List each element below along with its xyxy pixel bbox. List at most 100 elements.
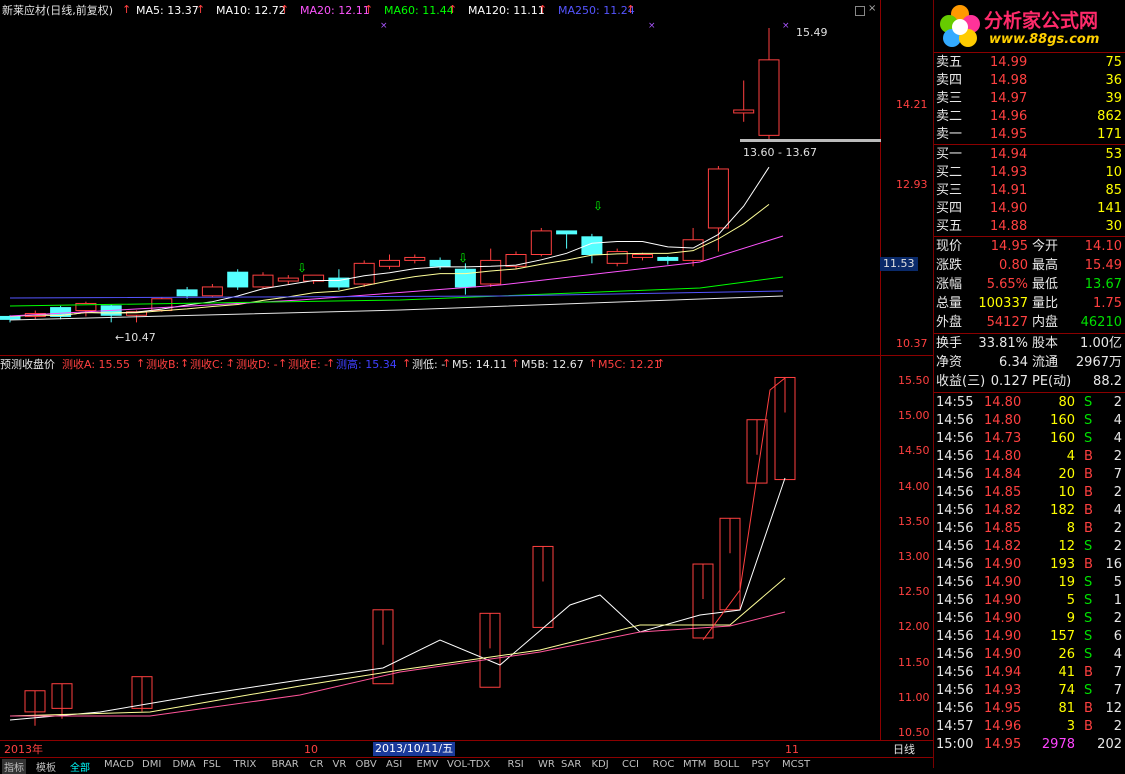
cell: 160 [1050,413,1075,428]
tab-brar[interactable]: BRAR [272,759,299,770]
cell: 14:56 [936,449,974,464]
cell: 182 [1050,503,1075,518]
tab-psy[interactable]: PSY [752,759,771,770]
tab-macd[interactable]: MACD [104,759,134,770]
restore-icon[interactable] [855,6,865,16]
tab-cr[interactable]: CR [310,759,324,770]
separator [934,333,1125,334]
ask-row: 卖三 14.97 39 [934,90,1125,108]
cell: 10 [1058,485,1075,500]
cell: 14:56 [936,539,974,554]
indicator-legend-item: 测收E: - [288,358,329,371]
cell: 14.91 [990,183,1028,198]
signal-arrow-icon: ⇩ [593,199,603,213]
forecast-candle [719,517,741,611]
cell: 买二 [936,165,963,180]
cell: B [1084,485,1093,500]
tab-vr[interactable]: VR [333,759,347,770]
tab-mcst[interactable]: MCST [782,759,810,770]
tab-boll[interactable]: BOLL [714,759,740,770]
cell: 14.95 [990,239,1028,254]
date-label-right: 11 [785,743,799,756]
cell: 14.95 [990,127,1028,142]
cell: 5 [1066,593,1075,608]
arrow-up-icon: ↑ [442,357,452,370]
flower-logo-icon [940,5,980,47]
tab-cci[interactable]: CCI [622,759,639,770]
cell: 14.88 [990,219,1028,234]
tab-emv[interactable]: EMV [417,759,439,770]
m5b-line [9,577,786,717]
tab-全部[interactable]: 全部 [70,759,90,774]
tab-asi[interactable]: ASI [386,759,402,770]
tab-kdj[interactable]: KDJ [592,759,609,770]
cell: 14:56 [936,485,974,500]
cell: 14:56 [936,413,974,428]
cell: 14.97 [990,91,1028,106]
separator [934,52,1125,53]
cell: 16 [1105,557,1122,572]
fundamental-row: 净资 6.34 流通 2967万 [934,354,1125,372]
ma-legend-item: MA20: 12.11 [300,4,370,17]
cell: 0.80 [999,258,1028,273]
indicator-legend-item: 预测收盘价 [0,358,55,371]
tab-指标[interactable]: 指标 [2,759,26,774]
cell: 14.98 [990,73,1028,88]
cell: 2978 [1041,737,1075,752]
cell: S [1084,611,1093,626]
cell: 81 [1058,701,1075,716]
tab-vol-tdx[interactable]: VOL-TDX [447,759,490,770]
tab-模板[interactable]: 模板 [36,759,56,774]
tab-fsl[interactable]: FSL [203,759,221,770]
cell: 9 [1066,611,1075,626]
ma60-line [9,276,784,307]
cell: 3 [1066,719,1075,734]
cell: 2967万 [1075,355,1122,370]
arrow-up-icon: ↑ [511,357,521,370]
cell: 14:57 [936,719,974,734]
cell: 14:56 [936,503,974,518]
cell: 14:56 [936,557,974,572]
tab-mtm[interactable]: MTM [683,759,706,770]
close-icon[interactable]: × [868,3,876,14]
forecast-candle [479,612,501,688]
tab-rsi[interactable]: RSI [508,759,524,770]
indicator-axis-tick: 13.50 [898,514,930,528]
tab-sar[interactable]: SAR [561,759,581,770]
tab-wr[interactable]: WR [538,759,555,770]
chart-area[interactable]: ⇩ ⇩ ⇩ × × × 新莱应材(日线,前复权) ↑ MA5: 13.37 ↑ MA10: 1… [0,0,933,774]
cell: 14:56 [936,431,974,446]
cell: 12 [1105,701,1122,716]
tab-roc[interactable]: ROC [653,759,675,770]
cell: B [1084,665,1093,680]
indicator-axis-tick: 13.00 [898,550,930,563]
cell: 157 [1050,629,1075,644]
fundamental-row: 收益(三) 0.127 PE(动) 88.2 [934,373,1125,391]
cell: 36 [1105,73,1122,88]
indicator-axis-tick: 10.50 [898,726,930,739]
cell: 卖一 [936,127,963,142]
arrow-up-icon: ↑ [122,3,132,16]
candle [277,275,299,284]
kline-chart[interactable]: ⇩ ⇩ ⇩ × × × [0,0,933,768]
marker-icon: × [648,21,656,31]
cell: 7 [1113,683,1122,698]
tab-obv[interactable]: OBV [356,759,377,770]
cell: 4 [1113,431,1122,446]
tab-dma[interactable]: DMA [173,759,196,770]
price-tick: 14.21 [896,98,928,111]
m5c-line [10,611,786,717]
period-label[interactable]: 日线 [893,743,915,757]
indicator-axis-tick: 11.50 [898,655,930,669]
candle [505,251,527,270]
cell: 75 [1105,55,1122,70]
cell: 14.90 [984,575,1022,590]
arrow-up-icon: ↑ [196,3,206,16]
chart-title: 新莱应材(日线,前复权) [2,4,114,17]
tab-dmi[interactable]: DMI [142,759,161,770]
tab-trix[interactable]: TRIX [234,759,257,770]
ma-legend-item: MA120: 11.11 [468,4,545,17]
high-label: 15.49 [796,26,828,39]
tick-row: 14:56 14.85 8 B 2 [934,520,1125,538]
cell: S [1084,593,1093,608]
